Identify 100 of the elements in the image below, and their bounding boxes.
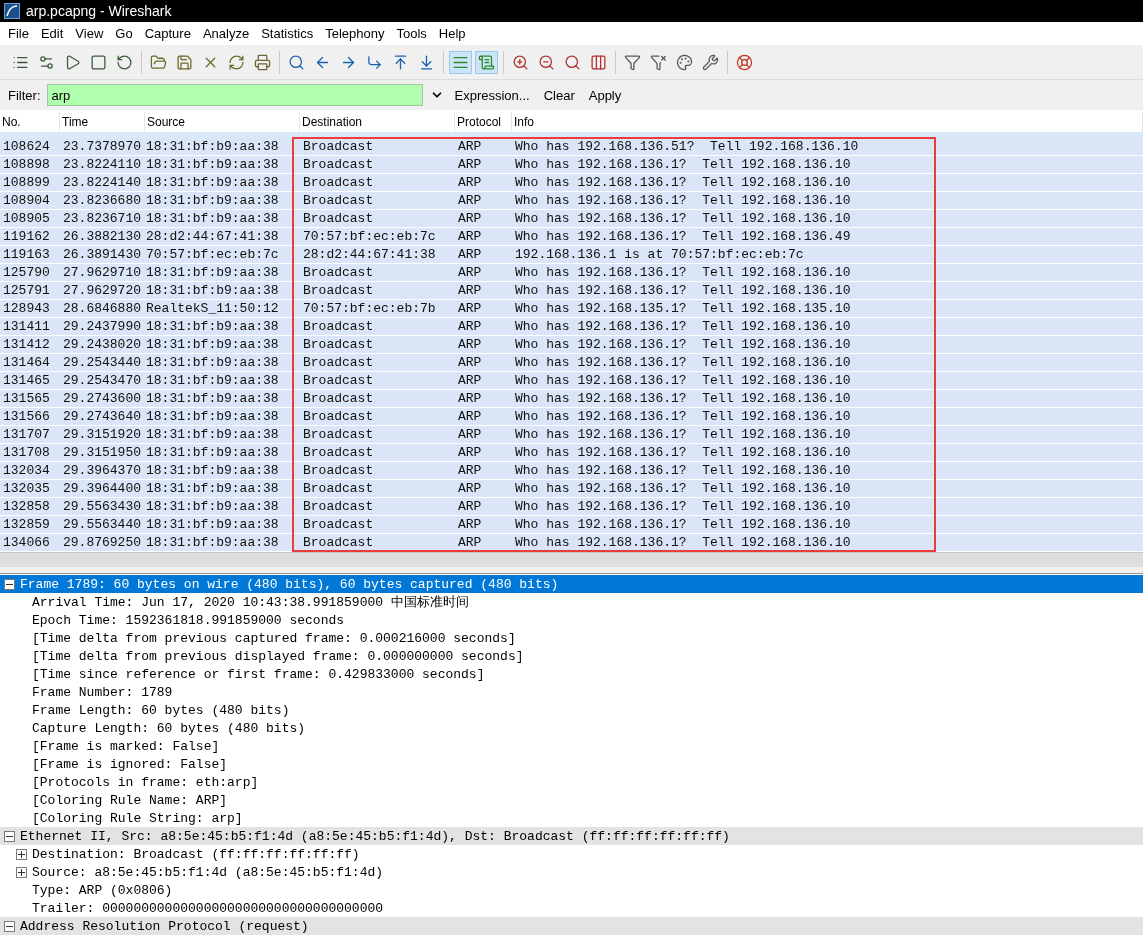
table-cell-text: 70:57:bf:ec:eb:7c <box>145 246 280 263</box>
packet-row[interactable]: 125790 27.9629710 18:31:bf:b9:aa:38 Broadcast ARP Who has 192.168.136.1? Tell 192.168.136.10 <box>0 264 1143 282</box>
bottom-arrow-icon <box>418 53 435 71</box>
table-cell-text: 128943 <box>2 300 51 317</box>
menu-item[interactable]: Edit <box>34 26 70 41</box>
table-cell-text: 18:31:bf:b9:aa:38 <box>145 192 280 209</box>
packet-row[interactable]: 132859 29.5563440 18:31:bf:b9:aa:38 Broadcast ARP Who has 192.168.136.1? Tell 192.168.136.10 <box>0 516 1143 534</box>
filter-remove-icon <box>650 53 667 71</box>
table-cell-text: 18:31:bf:b9:aa:38 <box>145 336 280 353</box>
table-cell-text: 119163 <box>2 246 51 263</box>
menu-item[interactable]: Tools <box>390 26 433 41</box>
column-header[interactable]: Destination <box>300 112 455 132</box>
filter-field[interactable]: arp <box>46 84 423 106</box>
table-cell-text: RealtekS_11:50:12 <box>145 300 280 317</box>
column-header[interactable]: Time <box>60 112 145 132</box>
menu-item[interactable]: Go <box>109 26 139 41</box>
packet-row[interactable]: 108898 23.8224110 18:31:bf:b9:aa:38 Broadcast ARP Who has 192.168.136.1? Tell 192.168.136.10 <box>0 156 1143 174</box>
table-cell-text: 108904 <box>2 192 51 209</box>
tree-row[interactable]: Address Resolution Protocol (request) <box>0 917 1143 935</box>
scroll-list-button[interactable] <box>475 50 498 74</box>
column-header[interactable]: Source <box>145 112 300 132</box>
table-cell-text: 29.2743640 <box>62 408 142 425</box>
filter-action-button[interactable]: Expression... <box>450 87 534 103</box>
expand-icon[interactable] <box>16 848 27 860</box>
tree-item-text: Address Resolution Protocol (request) <box>20 918 309 934</box>
tree-item-text: Capture Length: 60 bytes (480 bits) <box>32 720 306 736</box>
table-cell-text: 18:31:bf:b9:aa:38 <box>145 210 280 227</box>
table-cell-text: Broadcast <box>302 390 375 407</box>
table-cell-text: Who has 192.168.136.1? Tell 192.168.136.10 <box>514 498 852 515</box>
table-cell-text: 70:57:bf:ec:eb:7b <box>302 300 437 317</box>
packet-row[interactable]: 108905 23.8236710 18:31:bf:b9:aa:38 Broadcast ARP Who has 192.168.136.1? Tell 192.168.136.10 <box>0 210 1143 228</box>
filter-action-button[interactable]: Apply <box>584 87 626 103</box>
tree-row[interactable]: Ethernet II, Src: a8:5e:45:b5:f1:4d (a8:5e:45:b5:f1:4d), Dst: Broadcast (ff:ff:ff:ff:ff:ff) <box>0 827 1143 845</box>
packet-row[interactable]: 108624 23.7378970 18:31:bf:b9:aa:38 Broadcast ARP Who has 192.168.136.51? Tell 192.168.136.10 <box>0 138 1143 156</box>
packet-row[interactable]: 119163 26.3891430 70:57:bf:ec:eb:7c 28:d2:44:67:41:38 ARP 192.168.136.1 is at 70:57:bf:ec:eb:7c <box>0 246 1143 264</box>
scroll-list-icon <box>478 53 495 71</box>
tree-row[interactable]: Frame 1789: 60 bytes on wire (480 bits), 60 bytes captured (480 bits) <box>0 575 1143 593</box>
collapse-icon[interactable] <box>4 578 15 590</box>
menu-item[interactable]: Statistics <box>255 26 320 41</box>
packet-row[interactable]: 131707 29.3151920 18:31:bf:b9:aa:38 Broadcast ARP Who has 192.168.136.1? Tell 192.168.136.10 <box>0 426 1143 444</box>
packet-row[interactable]: 131464 29.2543440 18:31:bf:b9:aa:38 Broadcast ARP Who has 192.168.136.1? Tell 192.168.136.10 <box>0 354 1143 372</box>
table-cell-text: Who has 192.168.136.1? Tell 192.168.136.10 <box>514 282 852 299</box>
menu-item[interactable]: Telephony <box>319 26 391 41</box>
column-header[interactable]: Info <box>512 112 1143 132</box>
table-cell-text: Who has 192.168.136.1? Tell 192.168.136.10 <box>514 192 852 209</box>
stop-icon <box>90 53 107 71</box>
packet-row[interactable]: 125791 27.9629720 18:31:bf:b9:aa:38 Broadcast ARP Who has 192.168.136.1? Tell 192.168.136.10 <box>0 282 1143 300</box>
packet-row[interactable]: 128943 28.6846880 RealtekS_11:50:12 70:57:bf:ec:eb:7b ARP Who has 192.168.135.1? Tell 192.168.135.10 <box>0 300 1143 318</box>
table-cell-text: ARP <box>457 444 483 461</box>
table-cell-text: ARP <box>457 390 483 407</box>
column-header[interactable]: No. <box>0 112 60 132</box>
table-cell-text: 23.7378970 <box>62 138 142 155</box>
table-cell-text: ARP <box>457 300 483 317</box>
packet-row[interactable]: 132858 29.5563430 18:31:bf:b9:aa:38 Broadcast ARP Who has 192.168.136.1? Tell 192.168.136.10 <box>0 498 1143 516</box>
horizontal-scrollbar[interactable] <box>0 552 1143 567</box>
expand-icon[interactable] <box>16 866 27 878</box>
column-header[interactable]: Protocol <box>455 112 512 132</box>
menu-item[interactable]: Help <box>432 26 472 41</box>
packet-row[interactable]: 119162 26.3882130 28:d2:44:67:41:38 70:57:bf:ec:eb:7c ARP Who has 192.168.136.1? Tell 192.168.136.49 <box>0 228 1143 246</box>
table-cell-text: Broadcast <box>302 354 375 371</box>
window-title: arp.pcapng - Wireshark <box>26 3 172 19</box>
packet-row[interactable]: 108899 23.8224140 18:31:bf:b9:aa:38 Broadcast ARP Who has 192.168.136.1? Tell 192.168.136.10 <box>0 174 1143 192</box>
table-cell-text: 18:31:bf:b9:aa:38 <box>145 534 280 551</box>
packet-row[interactable]: 131412 29.2438020 18:31:bf:b9:aa:38 Broadcast ARP Who has 192.168.136.1? Tell 192.168.136.10 <box>0 336 1143 354</box>
packet-row[interactable]: 131566 29.2743640 18:31:bf:b9:aa:38 Broadcast ARP Who has 192.168.136.1? Tell 192.168.136.10 <box>0 408 1143 426</box>
packet-row[interactable]: 131708 29.3151950 18:31:bf:b9:aa:38 Broadcast ARP Who has 192.168.136.1? Tell 192.168.136.10 <box>0 444 1143 462</box>
table-cell-text: Who has 192.168.136.1? Tell 192.168.136.10 <box>514 516 852 533</box>
wrench-icon <box>702 53 719 71</box>
table-cell-text: Broadcast <box>302 462 375 479</box>
table-cell-text: 18:31:bf:b9:aa:38 <box>145 498 280 515</box>
menu-item[interactable]: View <box>69 26 110 41</box>
table-cell-text: ARP <box>457 426 483 443</box>
packet-row[interactable]: 131411 29.2437990 18:31:bf:b9:aa:38 Broadcast ARP Who has 192.168.136.1? Tell 192.168.136.10 <box>0 318 1143 336</box>
packet-row[interactable]: 131565 29.2743600 18:31:bf:b9:aa:38 Broadcast ARP Who has 192.168.136.1? Tell 192.168.136.10 <box>0 390 1143 408</box>
packet-row[interactable]: 108904 23.8236680 18:31:bf:b9:aa:38 Broadcast ARP Who has 192.168.136.1? Tell 192.168.136.10 <box>0 192 1143 210</box>
table-cell-text: Broadcast <box>302 426 375 443</box>
table-cell-text: 29.5563440 <box>62 516 142 533</box>
packet-row[interactable]: 131465 29.2543470 18:31:bf:b9:aa:38 Broadcast ARP Who has 192.168.136.1? Tell 192.168.136.10 <box>0 372 1143 390</box>
menu-item[interactable]: Analyze <box>196 26 256 41</box>
lines-button[interactable] <box>449 50 472 74</box>
menu-item[interactable]: Capture <box>138 26 197 41</box>
table-cell-text: 18:31:bf:b9:aa:38 <box>145 480 280 497</box>
collapse-icon[interactable] <box>4 920 15 932</box>
table-cell-text: Who has 192.168.136.1? Tell 192.168.136.49 <box>514 228 852 245</box>
table-cell-text: 131412 <box>2 336 51 353</box>
packet-row[interactable]: 134066 29.8769250 18:31:bf:b9:aa:38 Broadcast ARP Who has 192.168.136.1? Tell 192.168.136.10 <box>0 534 1143 552</box>
menu-item[interactable]: File <box>2 26 35 41</box>
tree-item-text: Type: ARP (0x0806) <box>32 882 173 898</box>
collapse-icon[interactable] <box>4 830 15 842</box>
table-cell-text: 23.8224110 <box>62 156 142 173</box>
packet-row[interactable]: 132034 29.3964370 18:31:bf:b9:aa:38 Broadcast ARP Who has 192.168.136.1? Tell 192.168.136.10 <box>0 462 1143 480</box>
filter-action-button[interactable]: Clear <box>539 87 579 103</box>
packet-row[interactable]: 132035 29.3964400 18:31:bf:b9:aa:38 Broadcast ARP Who has 192.168.136.1? Tell 192.168.136.10 <box>0 480 1143 498</box>
table-cell-text: 18:31:bf:b9:aa:38 <box>145 372 280 389</box>
table-cell-text: 27.9629710 <box>62 264 142 281</box>
table-cell-text: Broadcast <box>302 408 375 425</box>
table-cell-text: Broadcast <box>302 174 375 191</box>
table-cell-text: ARP <box>457 318 483 335</box>
table-cell-text: ARP <box>457 138 483 155</box>
table-cell-text: 29.5563430 <box>62 498 142 515</box>
